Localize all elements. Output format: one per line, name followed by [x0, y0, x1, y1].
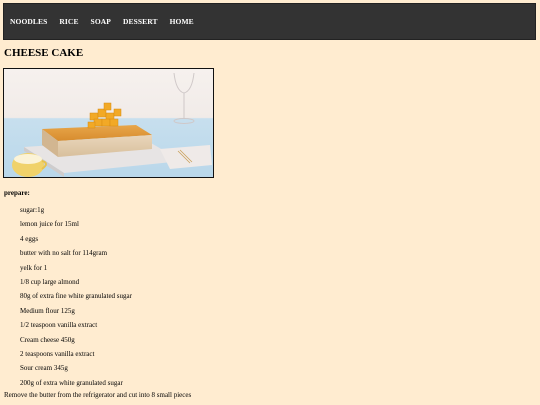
ingredient-item: 4 eggs	[20, 234, 39, 243]
nav-link-soap[interactable]: SOAP	[91, 17, 111, 26]
ingredient-item: butter with no salt for 114gram	[20, 249, 108, 258]
nav-link-noodles[interactable]: NOODLES	[10, 17, 47, 26]
ingredient-item: 200g of extra white granulated sugar	[20, 378, 123, 387]
instruction-step: Remove the butter from the refrigerator …	[4, 391, 192, 399]
nav-link-rice[interactable]: RICE	[59, 17, 78, 26]
ingredient-item: Cream cheese 450g	[20, 335, 75, 344]
ingredient-item: sugar:1g	[20, 206, 45, 214]
ingredient-item: Sour cream 345g	[20, 364, 68, 373]
page-title: CHEESE CAKE	[4, 47, 84, 59]
cheese-cake-photo	[4, 69, 213, 177]
ingredient-item: 80g of extra fine white granulated sugar	[20, 292, 132, 301]
ingredient-item: Medium flour 125g	[20, 306, 75, 315]
ingredient-item: lemon juice for 15ml	[20, 220, 79, 229]
prepare-label: prepare:	[4, 189, 30, 197]
cheese-cake-image	[3, 68, 214, 178]
ingredient-item: yelk for 1	[20, 263, 48, 272]
ingredient-item: 1/8 cup large almond	[20, 277, 80, 286]
ingredient-item: 1/2 teaspoon vanilla extract	[20, 321, 98, 330]
nav-link-home[interactable]: HOME	[170, 17, 194, 26]
top-navbar: NOODLES RICE SOAP DESSERT HOME	[3, 3, 536, 40]
nav-link-dessert[interactable]: DESSERT	[123, 17, 158, 26]
ingredient-list: sugar:1g lemon juice for 15ml 4 eggs but…	[20, 203, 132, 390]
ingredient-item: 2 teaspoons vanilla extract	[20, 349, 95, 358]
